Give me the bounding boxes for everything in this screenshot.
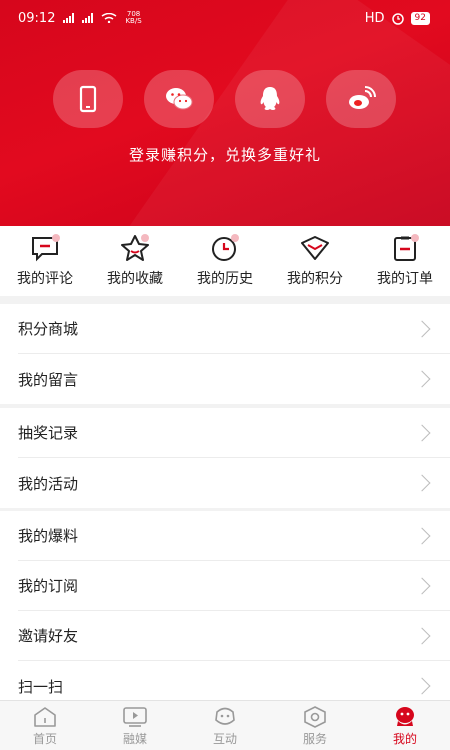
quick-item-orders[interactable]: 我的订单 [360, 226, 450, 296]
wechat-icon [166, 88, 193, 110]
status-bar: 09:12 708 KB/S HD 92 [0, 0, 450, 36]
chevron-right-icon [413, 627, 431, 644]
chevron-right-icon [413, 474, 431, 492]
menu-item-label: 我的活动 [18, 474, 79, 493]
menu-item-label: 我的订阅 [18, 577, 79, 595]
tab-home[interactable]: 首页 [0, 701, 90, 750]
chevron-right-icon [413, 527, 431, 544]
quick-item-label: 我的历史 [197, 271, 253, 287]
chevron-right-icon [413, 320, 431, 337]
tab-label: 首页 [32, 732, 57, 746]
net-speed: 708 KB/S [125, 11, 141, 25]
quick-actions: 我的评论 我的收藏 我的历史 我的积分 我的订单 [0, 226, 450, 296]
tab-label: 我的 [392, 732, 417, 746]
menu-item-label: 积分商城 [18, 320, 79, 338]
chevron-right-icon [413, 424, 431, 441]
quick-item-comments[interactable]: 我的评论 [0, 226, 90, 296]
tab-mine[interactable]: 我的 [360, 701, 450, 750]
star-icon [121, 234, 149, 261]
alarm-icon [391, 13, 404, 25]
menu-group-1: 积分商城 我的留言 [0, 304, 450, 404]
menu-item-label: 我的爆料 [18, 527, 79, 545]
profile-header: 09:12 708 KB/S HD 92 登录赚积分，兑换多重好礼 [0, 0, 450, 226]
comment-icon [32, 234, 60, 262]
wifi-icon [102, 13, 117, 23]
tab-label: 服务 [302, 732, 327, 746]
quick-item-favorites[interactable]: 我的收藏 [90, 226, 180, 296]
phone-icon [79, 85, 97, 113]
quick-item-label: 我的订单 [377, 271, 433, 287]
weibo-icon [349, 86, 376, 109]
tab-interact[interactable]: 互动 [180, 701, 270, 750]
chevron-right-icon [413, 577, 431, 594]
menu-item-label: 我的留言 [18, 370, 79, 389]
qq-icon [260, 87, 280, 110]
menu-item-my-activities[interactable]: 我的活动 [18, 458, 450, 508]
hd-indicator: HD [364, 10, 385, 26]
menu-group-3: 我的爆料 我的订阅 邀请好友 扫一扫 [0, 511, 450, 711]
home-icon [34, 707, 56, 727]
login-methods [0, 70, 450, 128]
battery-level: 92 [410, 11, 430, 25]
points-icon [301, 236, 329, 260]
mine-icon [396, 707, 414, 726]
tab-label: 融媒 [122, 732, 147, 746]
cellular-signal-2-icon [82, 13, 94, 23]
quick-item-label: 我的评论 [17, 271, 73, 287]
menu-item-label: 邀请好友 [18, 627, 79, 645]
quick-item-points[interactable]: 我的积分 [270, 226, 360, 296]
clock-icon [212, 234, 239, 261]
menu-item-points-mall[interactable]: 积分商城 [18, 304, 450, 354]
chevron-right-icon [413, 370, 431, 388]
phone-login-button[interactable] [53, 70, 123, 128]
chevron-right-icon [413, 677, 431, 695]
tab-media[interactable]: 融媒 [90, 701, 180, 750]
menu-item-label: 抽奖记录 [18, 424, 79, 442]
menu-item-my-tips[interactable]: 我的爆料 [18, 511, 450, 561]
menu-item-my-messages[interactable]: 我的留言 [18, 354, 450, 404]
status-time: 09:12 [18, 10, 56, 26]
login-tip[interactable]: 登录赚积分，兑换多重好礼 [0, 144, 450, 165]
bottom-tab-bar: 首页 融媒 互动 服务 我的 [0, 700, 450, 750]
tab-service[interactable]: 服务 [270, 701, 360, 750]
weibo-login-button[interactable] [326, 70, 396, 128]
net-speed-unit: KB/S [125, 17, 142, 25]
cellular-signal-icon [63, 13, 75, 23]
tab-label: 互动 [212, 732, 237, 746]
menu-item-label: 扫一扫 [18, 677, 64, 696]
qq-login-button[interactable] [235, 70, 305, 128]
interact-icon [215, 707, 235, 725]
menu-item-lottery-records[interactable]: 抽奖记录 [18, 408, 450, 458]
service-icon [304, 706, 326, 728]
media-icon [123, 707, 147, 727]
order-icon [394, 234, 419, 261]
menu-item-invite-friends[interactable]: 邀请好友 [18, 611, 450, 661]
quick-item-history[interactable]: 我的历史 [180, 226, 270, 296]
quick-item-label: 我的收藏 [107, 271, 163, 287]
wechat-login-button[interactable] [144, 70, 214, 128]
menu-group-2: 抽奖记录 我的活动 [0, 408, 450, 508]
quick-item-label: 我的积分 [287, 271, 343, 287]
menu-item-my-subscriptions[interactable]: 我的订阅 [18, 561, 450, 611]
